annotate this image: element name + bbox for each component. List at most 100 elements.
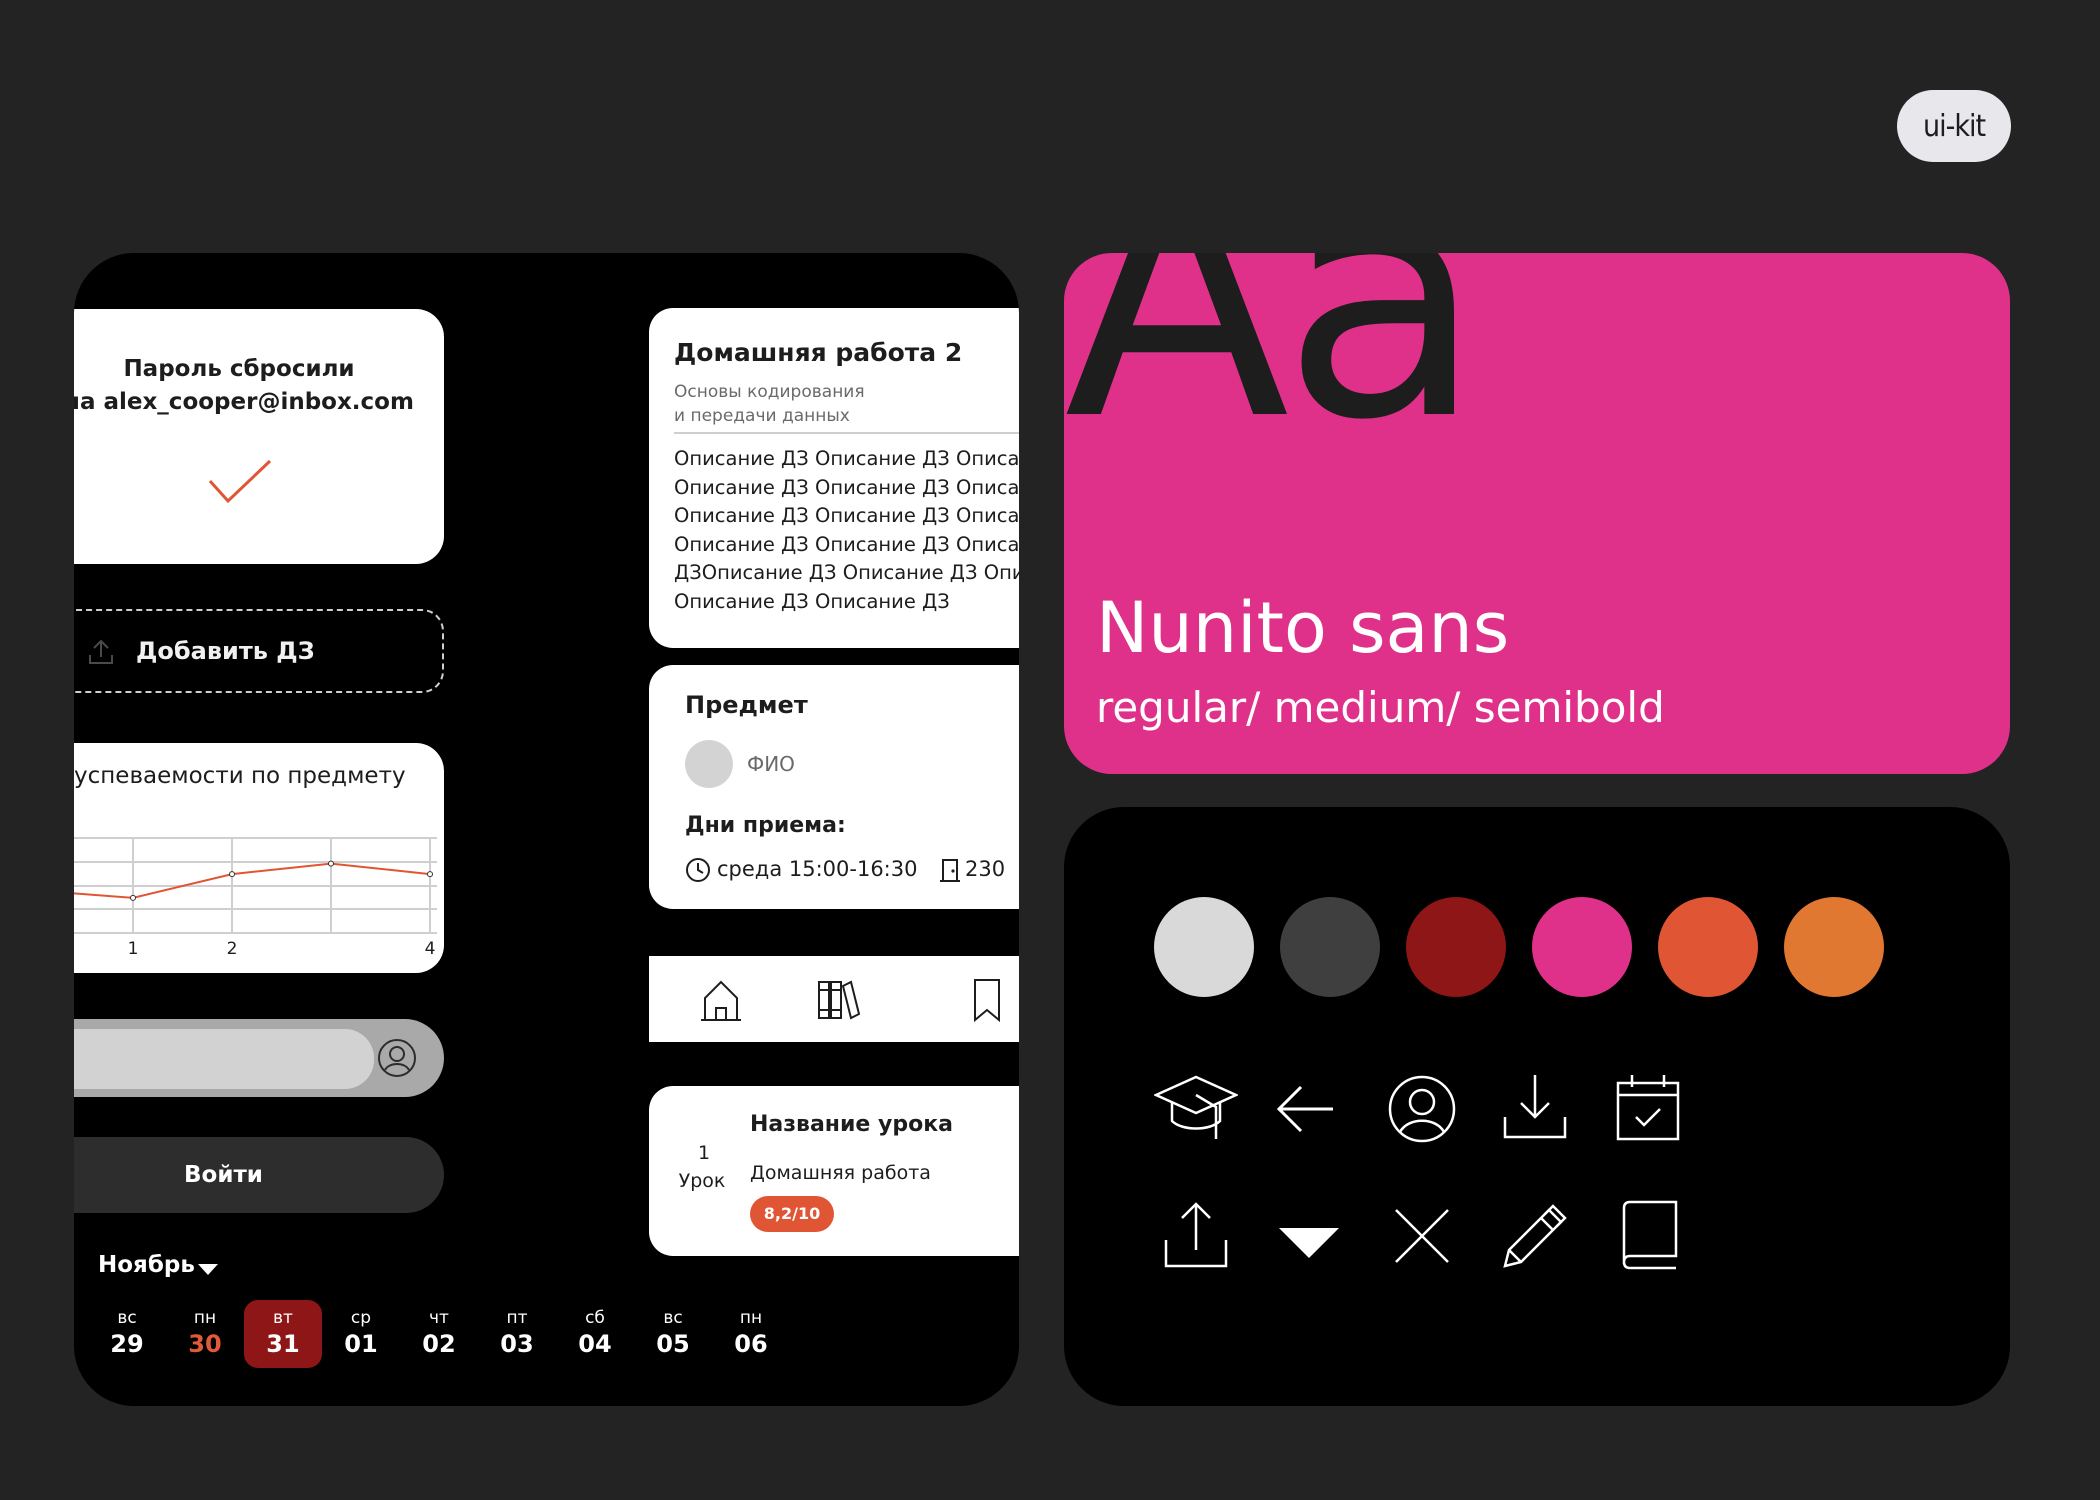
clock-icon xyxy=(686,858,710,882)
chart-point xyxy=(328,860,334,867)
teacher-name: ФИО xyxy=(747,752,795,776)
lesson-homework: Домашняя работа xyxy=(750,1162,931,1184)
chart-point xyxy=(229,871,235,878)
calendar-weekday: пн xyxy=(193,1308,217,1328)
upload-icon xyxy=(89,639,113,664)
calendar-check-icon xyxy=(1616,1075,1680,1141)
calendar-day[interactable]: сб 04 xyxy=(556,1300,634,1368)
user-icon[interactable] xyxy=(374,1035,420,1081)
lesson-number: 1 xyxy=(697,1142,711,1164)
font-name: Nunito sans xyxy=(1096,587,1510,669)
divider xyxy=(674,432,1019,434)
reception-time: среда 15:00-16:30 xyxy=(717,857,918,881)
homework-description: Описание ДЗ Описание ДЗ Описание Описани… xyxy=(674,447,1019,613)
add-homework-button[interactable]: Добавить ДЗ xyxy=(74,609,444,693)
color-swatch xyxy=(1280,897,1380,997)
reception-days-label: Дни приема: xyxy=(685,813,846,838)
subject-card[interactable]: Предмет ФИО Дни приема: среда 15:00-16:3… xyxy=(649,665,1019,909)
calendar-date: 05 xyxy=(656,1330,690,1358)
password-reset-email: на alex_cooper@inbox.com xyxy=(74,389,414,415)
avatar xyxy=(685,740,733,788)
performance-chart-card: 1 2 4 успеваемости по предмету xyxy=(74,743,444,973)
download-icon xyxy=(1503,1075,1567,1139)
close-icon xyxy=(1395,1209,1449,1263)
bottom-nav-bar xyxy=(649,956,1019,1042)
upload-icon xyxy=(1164,1202,1228,1268)
calendar-weekday: пн xyxy=(739,1308,763,1328)
password-reset-message: Пароль сбросили на alex_cooper@inbox.com xyxy=(74,353,444,419)
chevron-down-icon[interactable] xyxy=(198,1264,218,1275)
calendar-day[interactable]: пт 03 xyxy=(478,1300,556,1368)
calendar-day[interactable]: пн 06 xyxy=(712,1300,790,1368)
chart-tick-label: 4 xyxy=(425,939,436,959)
mobile-components-panel: Пароль сбросили на alex_cooper@inbox.com… xyxy=(74,253,1019,1406)
chart-point xyxy=(427,871,433,878)
color-swatch xyxy=(1658,897,1758,997)
user-icon xyxy=(1388,1075,1456,1143)
calendar-weekday: вс xyxy=(117,1308,137,1328)
calendar-weekday: пт xyxy=(506,1308,528,1328)
calendar-day[interactable]: пн 30 xyxy=(166,1300,244,1368)
arrow-left-icon xyxy=(1276,1085,1333,1133)
password-reset-line1: Пароль сбросили xyxy=(123,356,355,382)
typography-panel: Aa Nunito sans regular/ medium/ semibold xyxy=(1064,253,2010,774)
calendar-day[interactable]: чт 02 xyxy=(400,1300,478,1368)
calendar-weekday: вт xyxy=(273,1308,293,1328)
chart-series-line xyxy=(74,862,431,899)
font-weights: regular/ medium/ semibold xyxy=(1096,683,1665,732)
homework-subject-line2: и передачи данных xyxy=(674,406,850,426)
calendar-date: 02 xyxy=(422,1330,456,1358)
chart-point xyxy=(130,894,136,901)
door-icon xyxy=(940,859,960,882)
chart-tick-label: 1 xyxy=(128,939,139,959)
calendar-date: 06 xyxy=(734,1330,768,1358)
login-label: Войти xyxy=(184,1162,263,1188)
calendar-date: 03 xyxy=(500,1330,534,1358)
search-input[interactable] xyxy=(74,1029,374,1089)
calendar-date: 04 xyxy=(578,1330,612,1358)
color-swatch xyxy=(1154,897,1254,997)
calendar-day[interactable]: вс 05 xyxy=(634,1300,712,1368)
check-icon xyxy=(208,459,272,504)
password-reset-card: Пароль сбросили на alex_cooper@inbox.com xyxy=(74,309,444,564)
lesson-card[interactable]: 1 Урок Название урока Домашняя работа 8,… xyxy=(649,1086,1019,1256)
lesson-word: Урок xyxy=(678,1170,726,1192)
homework-subject: Основы кодирования и передачи данных xyxy=(674,380,934,428)
grade-badge: 8,2/10 xyxy=(750,1196,834,1232)
calendar-date: 31 xyxy=(266,1330,300,1358)
graduation-cap-icon xyxy=(1154,1075,1238,1139)
pencil-icon xyxy=(1503,1204,1567,1268)
calendar-day[interactable]: вс 29 xyxy=(88,1300,166,1368)
calendar-date: 29 xyxy=(110,1330,144,1358)
color-swatch xyxy=(1784,897,1884,997)
bookmark-icon[interactable] xyxy=(967,976,1007,1024)
triangle-down-icon xyxy=(1279,1228,1339,1258)
subject-title: Предмет xyxy=(685,691,808,719)
calendar-day[interactable]: ср 01 xyxy=(322,1300,400,1368)
chart-title: успеваемости по предмету xyxy=(74,763,406,789)
home-icon[interactable] xyxy=(697,976,745,1024)
month-selector[interactable]: Ноябрь xyxy=(98,1252,195,1278)
login-button[interactable]: Войти xyxy=(74,1137,444,1213)
color-swatch xyxy=(1532,897,1632,997)
ui-kit-badge: ui-kit xyxy=(1897,90,2011,162)
calendar-weekday: вс xyxy=(663,1308,683,1328)
calendar-day[interactable]: вт 31 xyxy=(244,1300,322,1368)
book-icon xyxy=(1622,1200,1678,1270)
calendar-date: 01 xyxy=(344,1330,378,1358)
calendar-weekday: чт xyxy=(429,1308,449,1328)
homework-title: Домашняя работа 2 xyxy=(674,338,963,367)
color-swatch xyxy=(1406,897,1506,997)
add-homework-label: Добавить ДЗ xyxy=(136,637,315,665)
type-specimen: Aa xyxy=(1064,253,1484,492)
books-icon[interactable] xyxy=(813,976,861,1024)
homework-card[interactable]: Домашняя работа 2 Основы кодирования и п… xyxy=(649,308,1019,648)
search-bar xyxy=(74,1019,444,1097)
chart-tick-label: 2 xyxy=(227,939,238,959)
calendar-date: 30 xyxy=(188,1330,222,1358)
calendar-weekday: сб xyxy=(585,1308,605,1328)
calendar-weekday: ср xyxy=(350,1308,372,1328)
palette-icons-panel xyxy=(1064,807,2010,1406)
lesson-title: Название урока xyxy=(750,1112,953,1137)
homework-subject-line1: Основы кодирования xyxy=(674,382,865,402)
